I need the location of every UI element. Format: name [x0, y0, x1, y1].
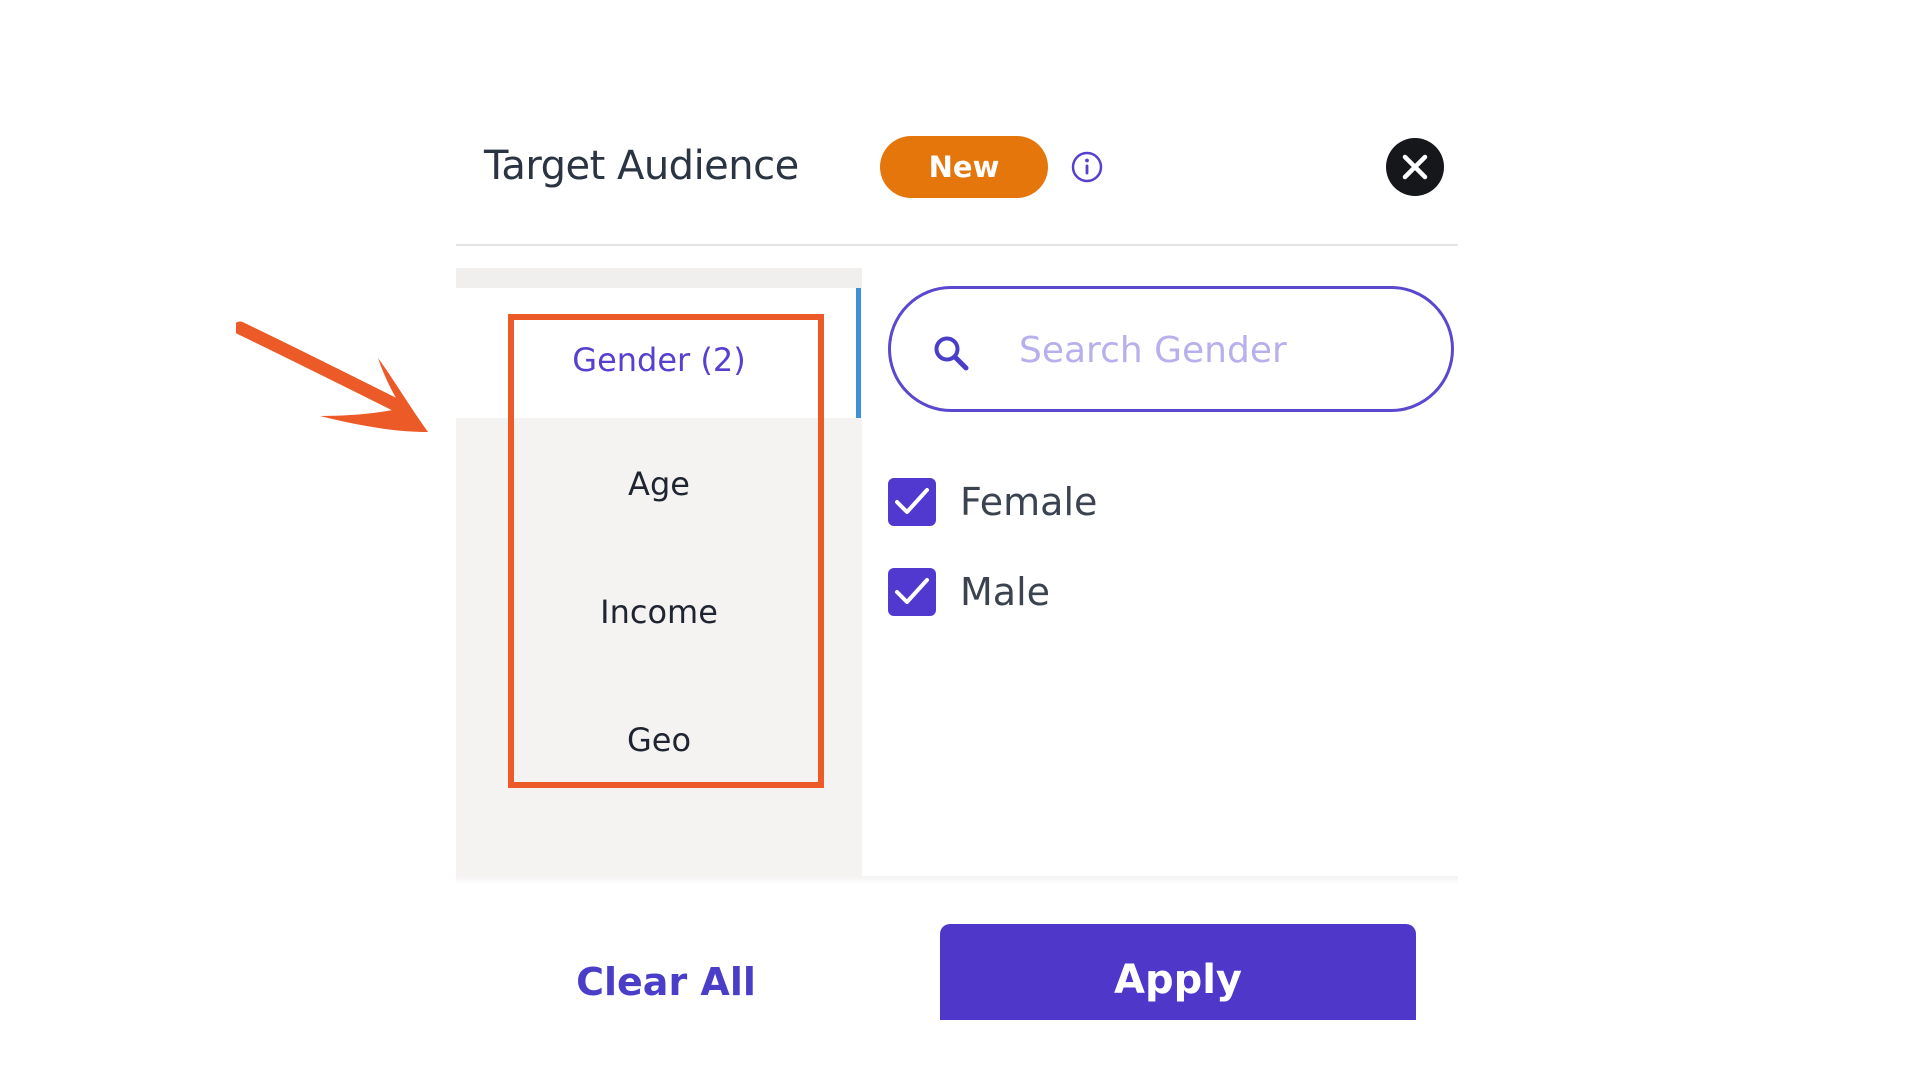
sidebar-top-strip	[456, 268, 862, 288]
clear-all-button[interactable]: Clear All	[566, 950, 766, 1014]
info-circle-icon[interactable]	[1070, 150, 1104, 184]
female-label: Female	[960, 480, 1098, 524]
search-box[interactable]	[888, 286, 1454, 412]
sidebar-item-age[interactable]: Age	[456, 454, 862, 514]
header-divider	[456, 244, 1458, 246]
new-badge: New	[880, 136, 1048, 198]
male-label: Male	[960, 570, 1051, 614]
sidebar-item-income[interactable]: Income	[456, 582, 862, 642]
target-audience-panel: Target Audience New Gender (2) Age Incom…	[456, 110, 1458, 1020]
close-icon	[1402, 154, 1428, 180]
annotation-arrow-icon	[236, 321, 428, 432]
female-checkbox[interactable]	[888, 478, 936, 526]
checkmark-icon	[895, 488, 929, 514]
panel-title: Target Audience	[484, 143, 799, 189]
panel-header: Target Audience New	[456, 110, 1458, 244]
apply-button[interactable]: Apply	[940, 924, 1416, 1020]
options-pane: Female Male	[886, 268, 1458, 882]
sidebar-item-geo[interactable]: Geo	[456, 710, 862, 770]
close-button[interactable]	[1386, 138, 1444, 196]
checkmark-icon	[895, 578, 929, 604]
category-sidebar: Gender (2) Age Income Geo	[456, 268, 862, 882]
male-checkbox[interactable]	[888, 568, 936, 616]
search-input[interactable]	[1019, 319, 1439, 381]
footer-separator	[456, 876, 1458, 884]
search-icon	[934, 336, 969, 371]
sidebar-item-gender[interactable]: Gender (2)	[456, 330, 862, 390]
